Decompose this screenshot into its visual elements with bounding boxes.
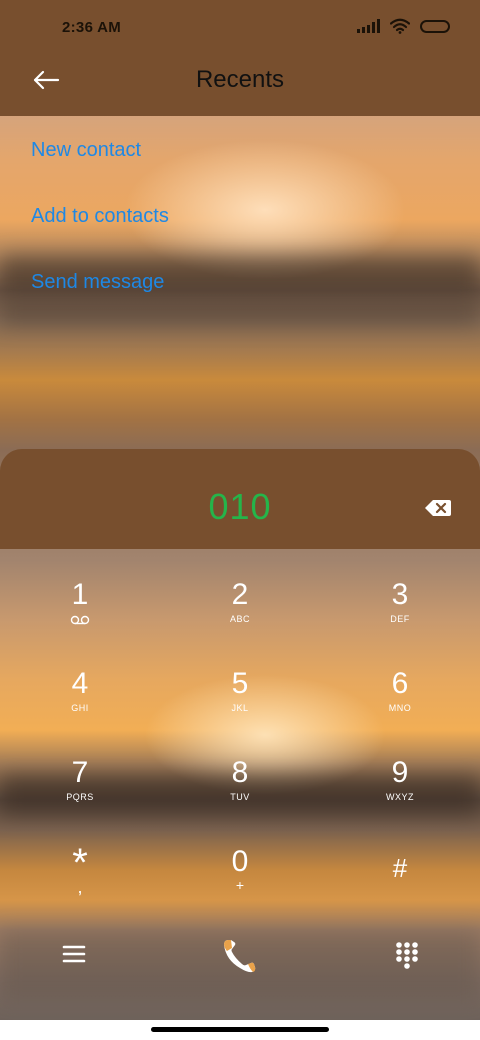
key-digit: 8	[231, 756, 249, 789]
dialpad-icon	[396, 942, 418, 969]
key-9[interactable]: 9 WXYZ	[330, 756, 470, 836]
key-4[interactable]: 4 GHI	[10, 667, 150, 747]
key-letters: ,	[77, 877, 83, 897]
wifi-icon	[390, 18, 410, 34]
key-letters: PQRS	[66, 792, 94, 802]
dialpad-toggle-button[interactable]	[390, 937, 424, 971]
menu-button[interactable]	[58, 938, 90, 970]
key-digit: 5	[231, 667, 249, 700]
call-button[interactable]	[220, 936, 260, 976]
key-letters: ABC	[229, 614, 250, 624]
status-time: 2:36 AM	[62, 19, 122, 36]
home-indicator[interactable]	[151, 1027, 329, 1032]
menu-icon	[62, 945, 86, 963]
key-digit: 4	[71, 667, 89, 700]
key-digit: 9	[391, 756, 409, 789]
key-digit: *	[72, 841, 88, 885]
key-3[interactable]: 3 DEF	[330, 578, 470, 658]
key-letters: DEF	[390, 614, 410, 624]
status-icons	[357, 18, 450, 34]
key-digit: #	[392, 853, 408, 883]
backspace-button[interactable]	[424, 497, 452, 519]
key-digit: 7	[71, 756, 89, 789]
key-letters: WXYZ	[386, 792, 414, 802]
key-8[interactable]: 8 TUV	[170, 756, 310, 836]
battery-icon	[420, 19, 450, 33]
phone-icon	[224, 940, 256, 973]
key-digit: 2	[231, 578, 249, 611]
key-digit: 0	[231, 845, 249, 878]
key-letters: GHI	[71, 703, 89, 713]
new-contact-link[interactable]: New contact	[31, 139, 141, 162]
key-star[interactable]: * ,	[10, 841, 150, 925]
key-hash[interactable]: #	[330, 845, 470, 925]
key-1[interactable]: 1	[10, 578, 150, 658]
dialed-number: 010	[208, 486, 272, 527]
send-message-link[interactable]: Send message	[31, 271, 164, 294]
voicemail-icon	[70, 615, 90, 625]
key-digit: 1	[71, 578, 89, 611]
backspace-icon	[425, 500, 451, 516]
key-digit: 6	[391, 667, 409, 700]
key-letters: +	[235, 877, 245, 893]
page-title: Recents	[195, 66, 285, 93]
key-6[interactable]: 6 MNO	[330, 667, 470, 747]
key-letters: MNO	[388, 703, 412, 713]
key-0[interactable]: 0 +	[170, 845, 310, 925]
add-to-contacts-link[interactable]: Add to contacts	[31, 205, 169, 228]
key-2[interactable]: 2 ABC	[170, 578, 310, 658]
key-letters: TUV	[230, 792, 250, 802]
key-5[interactable]: 5 JKL	[170, 667, 310, 747]
key-7[interactable]: 7 PQRS	[10, 756, 150, 836]
signal-icon	[357, 19, 380, 33]
key-digit: 3	[391, 578, 409, 611]
key-letters: JKL	[231, 703, 249, 713]
